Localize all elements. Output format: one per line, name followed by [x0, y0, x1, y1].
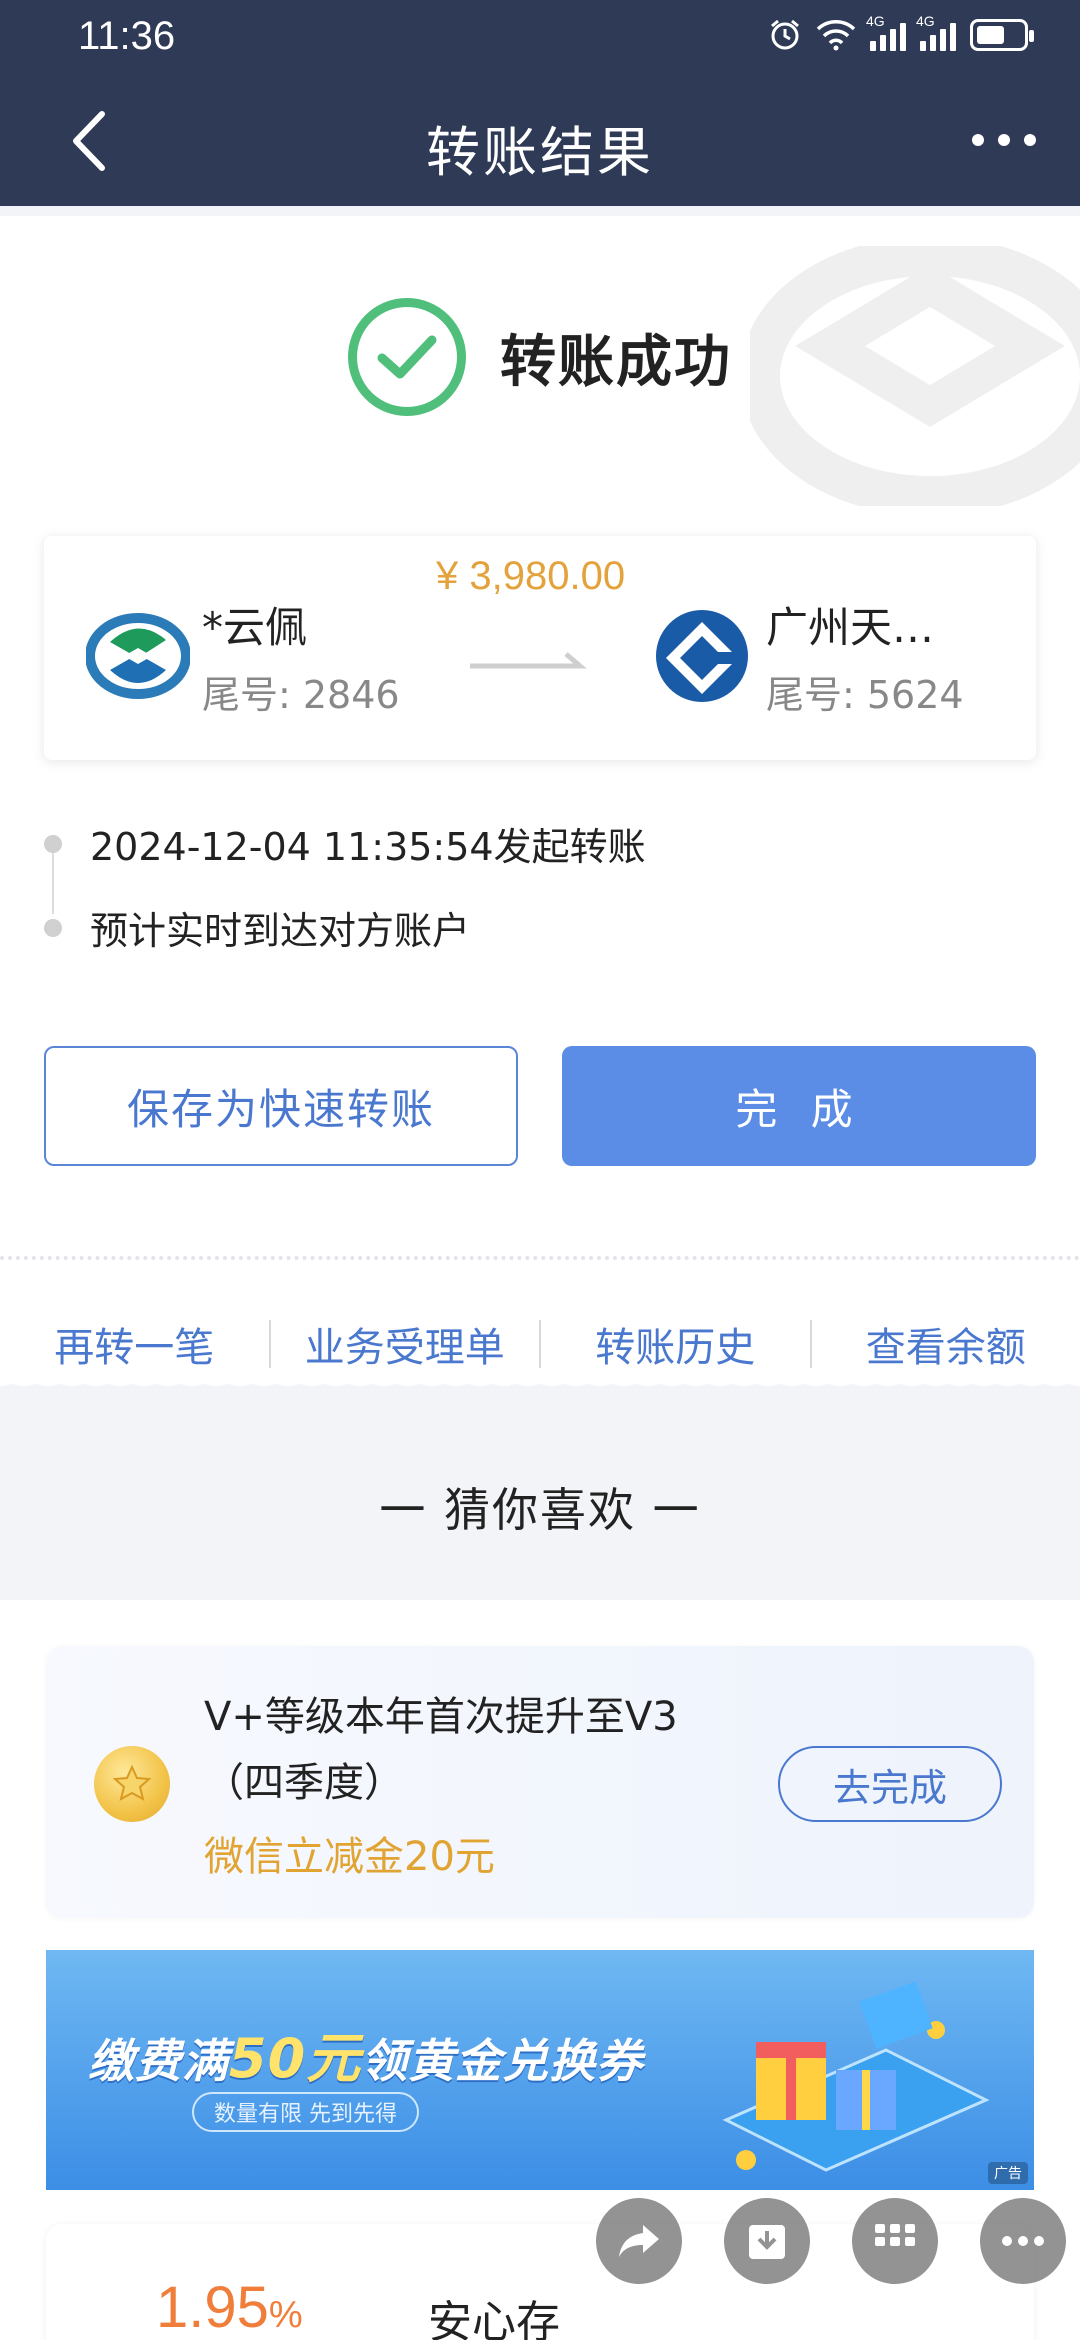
transfer-again-link[interactable]: 再转一笔 [0, 1315, 269, 1373]
timeline-arrival-text: 预计实时到达对方账户 [90, 909, 471, 953]
top-bar: 11:36 4G 4G 转账结果 [0, 0, 1080, 206]
task-reward: 微信立减金20元 [204, 1834, 495, 1880]
status-icons: 4G 4G [768, 13, 1034, 52]
more-button[interactable] [980, 2198, 1066, 2284]
save-image-button[interactable] [724, 2198, 810, 2284]
timeline-dot [44, 834, 62, 853]
task-card: V+等级本年首次提升至V3（四季度） 微信立减金20元 去完成 [46, 1646, 1034, 1918]
apps-grid-button[interactable] [852, 2198, 938, 2284]
save-quick-transfer-button[interactable]: 保存为快速转账 [44, 1046, 518, 1166]
payee-name: 广州天… [766, 603, 935, 652]
rate-unit: % [268, 2294, 303, 2336]
signal-icon: 4G [866, 13, 906, 51]
network-label: 4G [866, 13, 885, 29]
alarm-icon [771, 19, 799, 50]
divider [0, 1256, 1080, 1260]
transfer-amount: ¥ 3,980.00 [436, 554, 626, 598]
more-options-button[interactable] [964, 120, 1044, 160]
star-coin-icon [94, 1746, 170, 1822]
transfer-summary-card: ¥ 3,980.00 *云佩 尾号: 2846 广州天… 尾号: 5624 [44, 536, 1036, 760]
product-name: 安心存 [428, 2297, 560, 2340]
timeline-step: 预计实时到达对方账户 [44, 900, 470, 955]
done-button[interactable]: 完 成 [562, 1046, 1036, 1166]
grid-icon [875, 2224, 915, 2246]
bank-watermark-logo [750, 246, 1080, 506]
banner-title: 缴费满50元领黄金兑换券 [88, 2014, 643, 2093]
transfer-history-link[interactable]: 转账历史 [541, 1315, 810, 1373]
recommend-section-title: 一 猜你喜欢 一 [379, 1483, 701, 1537]
payer-name: *云佩 [202, 603, 308, 652]
banner-title-part: 缴费满 [88, 2034, 229, 2088]
status-time: 11:36 [78, 14, 176, 58]
timeline-step: 2024-12-04 11:35:54发起转账 [44, 816, 646, 871]
interest-rate: 1.95% [156, 2274, 303, 2340]
rate-value: 1.95 [156, 2275, 269, 2340]
result-panel: 转账成功 ¥ 3,980.00 *云佩 尾号: 2846 广州天… 尾号: 56… [0, 216, 1080, 1386]
timeline-dot [44, 918, 62, 937]
go-complete-button[interactable]: 去完成 [778, 1746, 1002, 1822]
floating-toolbar [596, 2198, 1066, 2284]
ellipsis-icon [1002, 2236, 1044, 2246]
share-button[interactable] [596, 2198, 682, 2284]
quick-links: 再转一笔 业务受理单 转账历史 查看余额 [0, 1304, 1080, 1384]
network-label-2: 4G [916, 13, 935, 29]
banner-title-part: 领黄金兑换券 [361, 2034, 644, 2088]
wifi-icon [816, 20, 856, 51]
promo-banner[interactable]: 缴费满50元领黄金兑换券 数量有限 先到先得 广告 [46, 1950, 1034, 2190]
banner-amount: 50元 [229, 2027, 362, 2090]
banner-tagline: 数量有限 先到先得 [192, 2092, 419, 2132]
signal-icon-2: 4G [916, 13, 956, 51]
ad-badge: 广告 [988, 2162, 1028, 2184]
payee-account-tail: 尾号: 5624 [766, 673, 964, 717]
scalloped-edge [0, 1384, 1080, 1402]
ccb-bank-logo [656, 610, 748, 702]
gift-box-illustration [722, 1981, 990, 2172]
payer-account-tail: 尾号: 2846 [202, 673, 400, 717]
transfer-arrow-icon [470, 652, 587, 669]
success-text: 转账成功 [500, 329, 732, 395]
spdb-bank-logo [86, 613, 190, 699]
download-icon [749, 2225, 785, 2259]
share-icon [619, 2225, 659, 2257]
success-check-icon [348, 298, 466, 416]
task-title: V+等级本年首次提升至V3（四季度） [204, 1694, 678, 1806]
page-title: 转账结果 [426, 121, 654, 184]
battery-icon [970, 19, 1034, 51]
check-balance-link[interactable]: 查看余额 [812, 1315, 1080, 1373]
timeline-initiated-text: 2024-12-04 11:35:54发起转账 [90, 825, 646, 869]
receipt-link[interactable]: 业务受理单 [271, 1315, 540, 1373]
success-status: 转账成功 [348, 298, 732, 416]
